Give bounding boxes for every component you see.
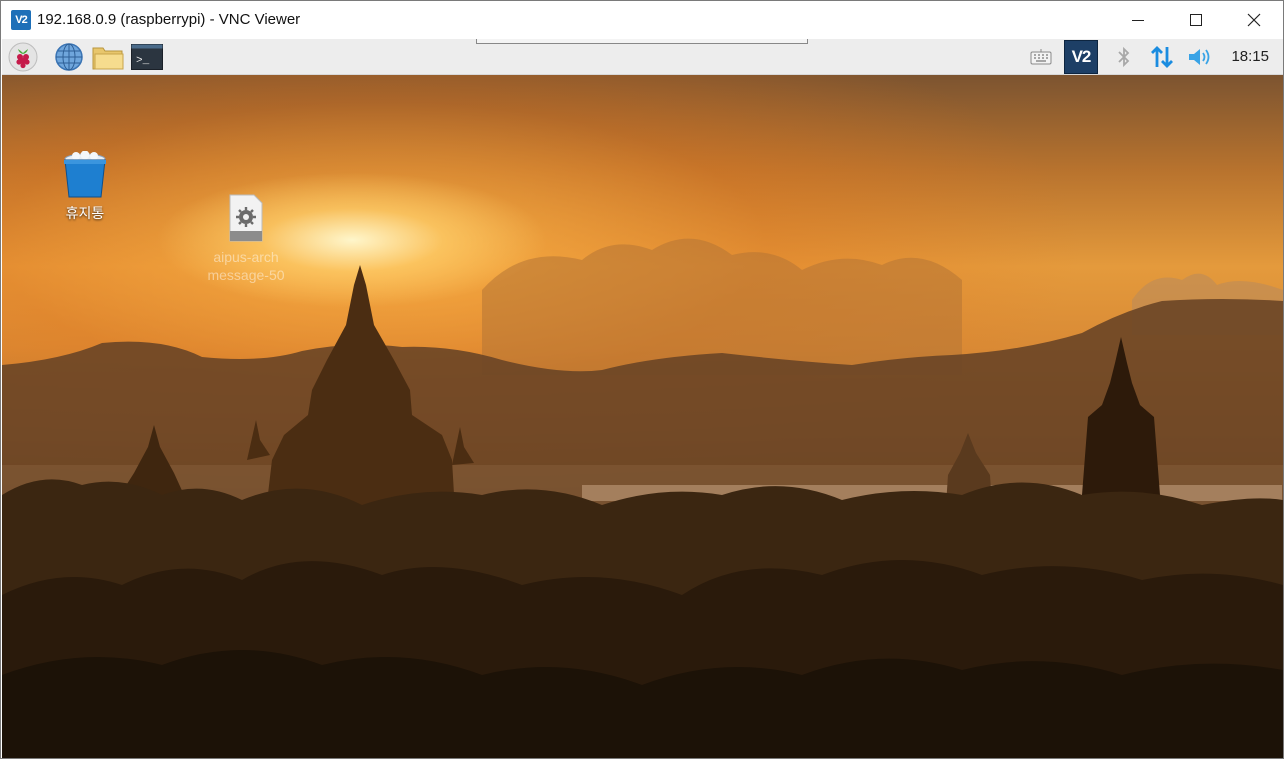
keyboard-icon xyxy=(1030,49,1052,65)
network-tray-button[interactable] xyxy=(1148,39,1176,75)
volume-icon xyxy=(1189,49,1210,65)
trash-bucket-icon xyxy=(64,150,106,198)
desktop-icon-label: 휴지통 xyxy=(65,205,105,221)
vnc-viewer-window: V2 192.168.0.9 (raspberrypi) - VNC Viewe… xyxy=(0,0,1284,759)
close-icon xyxy=(1247,13,1261,27)
desktop[interactable]: 휴지통 aipus-arch message-50 xyxy=(2,75,1283,758)
vnc-toolbar-handle[interactable] xyxy=(476,39,808,44)
panel-clock[interactable]: 18:15 xyxy=(1231,39,1269,75)
desktop-icon-trash[interactable]: 휴지통 xyxy=(40,150,130,222)
raspberry-menu-icon xyxy=(8,42,38,72)
close-button[interactable] xyxy=(1225,1,1283,39)
terminal-button[interactable]: >_ xyxy=(131,42,163,72)
web-browser-icon xyxy=(55,43,83,71)
desktop-icon-file[interactable]: aipus-arch message-50 xyxy=(200,193,292,284)
desktop-icon-label-line1: aipus-arch xyxy=(213,249,279,265)
terminal-glyph: >_ xyxy=(136,55,150,67)
vnc-server-tray-button[interactable]: V2 xyxy=(1063,39,1099,75)
minimize-icon xyxy=(1132,19,1144,21)
maximize-button[interactable] xyxy=(1167,1,1225,39)
raspberry-menu-button[interactable] xyxy=(8,42,38,72)
bluetooth-tray-button[interactable] xyxy=(1113,39,1135,75)
title-bar[interactable]: V2 192.168.0.9 (raspberrypi) - VNC Viewe… xyxy=(1,1,1283,39)
vnc-viewer-icon[interactable]: V2 xyxy=(11,10,31,30)
volume-tray-button[interactable] xyxy=(1186,39,1216,75)
terminal-icon: >_ xyxy=(131,44,163,70)
bluetooth-icon xyxy=(1118,46,1130,68)
vnc-server-icon: V2 xyxy=(1064,40,1098,74)
maximize-icon xyxy=(1190,14,1202,26)
network-icon xyxy=(1151,46,1173,68)
web-browser-button[interactable] xyxy=(54,42,84,72)
file-manager-button[interactable] xyxy=(92,42,124,72)
keyboard-tray-button[interactable] xyxy=(1029,39,1053,75)
settings-file-icon xyxy=(229,194,263,242)
wallpaper-scene xyxy=(2,238,1283,758)
file-manager-icon xyxy=(92,47,124,70)
minimize-button[interactable] xyxy=(1109,1,1167,39)
desktop-icon-label-line2: message-50 xyxy=(207,267,285,283)
window-title: 192.168.0.9 (raspberrypi) - VNC Viewer xyxy=(37,11,301,28)
